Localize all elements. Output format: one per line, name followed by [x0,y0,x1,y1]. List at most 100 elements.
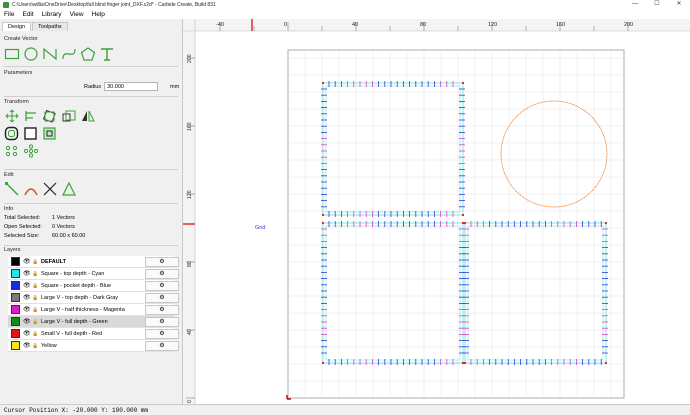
scale-icon[interactable] [61,109,77,123]
menu-view[interactable]: View [70,11,84,18]
text-tool-icon[interactable] [99,47,115,61]
section-heading-layers: Layers [4,247,21,253]
close-button[interactable]: ✕ [668,0,690,9]
node-edit-icon[interactable] [4,181,20,197]
gear-icon[interactable]: ⚙ [145,257,179,267]
layer-row[interactable]: 👁 🔒 Large V - half thickness - Magenta ⚙ [8,304,179,316]
x-ruler-label: 200 [624,22,633,28]
section-heading-info: Info [4,206,14,212]
layer-row[interactable]: 👁 🔒 Small V - full depth - Red ⚙ [8,328,179,340]
corner-node [604,361,608,365]
info-section: Info Total Selected: 1 Vectors Open Sele… [4,206,178,242]
join-icon[interactable] [61,181,77,197]
panel-tabs: Design Toolpaths [2,22,69,31]
eye-icon[interactable]: 👁 [23,318,31,325]
gear-icon[interactable]: ⚙ [145,293,179,303]
y-ruler-label: 0 [187,400,193,403]
design-canvas[interactable]: -40 0 40 80 120 160 200 200 160 120 80 40 0 Grid [183,19,690,404]
rectangle-tool-icon[interactable] [4,47,20,61]
boolean-union-icon[interactable] [23,126,39,141]
corner-node [461,81,465,85]
array-grid-icon[interactable] [4,144,20,158]
align-icon[interactable] [23,109,39,123]
layer-row[interactable]: 👁 🔒 Large V - full depth - Green ⚙ [8,316,179,328]
x-ruler-label: -40 [216,22,224,28]
array-circular-icon[interactable] [23,144,39,158]
menu-help[interactable]: Help [92,11,105,18]
total-selected-label: Total Selected: [4,215,41,221]
eye-icon[interactable]: 👁 [23,306,31,313]
maximize-button[interactable]: ☐ [646,0,668,9]
menu-file[interactable]: File [4,11,14,18]
move-icon[interactable] [4,109,20,123]
menu-edit[interactable]: Edit [22,11,33,18]
boolean-subtract-icon[interactable] [42,126,58,141]
gear-icon[interactable]: ⚙ [145,269,179,279]
eye-icon[interactable]: 👁 [23,330,31,337]
selected-size-label: Selected Size: [4,233,40,239]
lock-icon[interactable]: 🔒 [32,259,38,265]
window-controls: — ☐ ✕ [624,0,690,9]
create-vector-section: Create Vector [4,36,178,61]
tab-toolpaths[interactable]: Toolpaths [32,22,68,31]
menu-library[interactable]: Library [42,11,62,18]
y-ruler-label: 200 [187,54,193,63]
polygon-tool-icon[interactable] [80,47,96,61]
curve-tool-icon[interactable] [61,47,77,61]
gear-icon[interactable]: ⚙ [145,341,179,351]
offset-icon[interactable] [4,126,20,141]
layer-color-swatch[interactable] [11,305,20,314]
layer-color-swatch[interactable] [11,257,20,266]
eye-icon[interactable]: 👁 [23,258,31,265]
mirror-icon[interactable] [80,109,96,123]
split-icon[interactable] [42,181,58,197]
gear-icon[interactable]: ⚙ [145,317,179,327]
lock-icon[interactable]: 🔒 [32,295,38,301]
transform-section: Transform [4,99,178,158]
layer-color-swatch[interactable] [11,341,20,350]
layer-row[interactable]: 👁 🔒 DEFAULT ⚙ [8,256,179,268]
lock-icon[interactable]: 🔒 [32,271,38,277]
lock-icon[interactable]: 🔒 [32,283,38,289]
layer-color-swatch[interactable] [11,281,20,290]
info-selected-size: Selected Size: 60.00 x 60.00 [4,233,178,242]
transform-tools-row1 [4,109,178,123]
gear-icon[interactable]: ⚙ [145,305,179,315]
layer-name: Large V - half thickness - Magenta [41,306,125,313]
trim-icon[interactable] [23,181,39,197]
x-ruler-label: 40 [352,22,358,28]
lock-icon[interactable]: 🔒 [32,343,38,349]
lock-icon[interactable]: 🔒 [32,307,38,313]
layer-row[interactable]: 👁 🔒 Square - pocket depth - Blue ⚙ [8,280,179,292]
layer-row[interactable]: 👁 🔒 Square - top depth - Cyan ⚙ [8,268,179,280]
layer-row[interactable]: 👁 🔒 Yellow ⚙ [8,340,179,352]
layer-color-swatch[interactable] [11,317,20,326]
tab-design[interactable]: Design [2,22,32,31]
eye-icon[interactable]: 👁 [23,294,31,301]
rotate-icon[interactable] [42,109,58,123]
x-ruler-label: 160 [556,22,565,28]
eye-icon[interactable]: 👁 [23,282,31,289]
edit-section: Edit [4,172,178,197]
left-ruler [183,19,195,404]
circle-tool-icon[interactable] [23,47,39,61]
y-ruler-label: 120 [187,190,193,199]
eye-icon[interactable]: 👁 [23,342,31,349]
corner-node [321,213,325,217]
canvas-drawing[interactable]: -40 0 40 80 120 160 200 200 160 120 80 40 0 Grid [183,19,690,404]
radius-input[interactable] [104,82,159,91]
layer-color-swatch[interactable] [11,269,20,278]
gear-icon[interactable]: ⚙ [145,281,179,291]
layer-color-swatch[interactable] [11,293,20,302]
section-heading-parameters: Parameters [4,70,33,76]
minimize-button[interactable]: — [624,0,646,9]
eye-icon[interactable]: 👁 [23,270,31,277]
gear-icon[interactable]: ⚙ [145,329,179,339]
layer-color-swatch[interactable] [11,329,20,338]
lock-icon[interactable]: 🔒 [32,331,38,337]
polyline-tool-icon[interactable] [42,47,58,61]
lock-icon[interactable]: 🔒 [32,319,38,325]
layer-row[interactable]: 👁 🔒 Large V - top depth - Dark Gray ⚙ [8,292,179,304]
y-ruler-label: 40 [187,329,193,335]
x-ruler-label: 80 [420,22,426,28]
